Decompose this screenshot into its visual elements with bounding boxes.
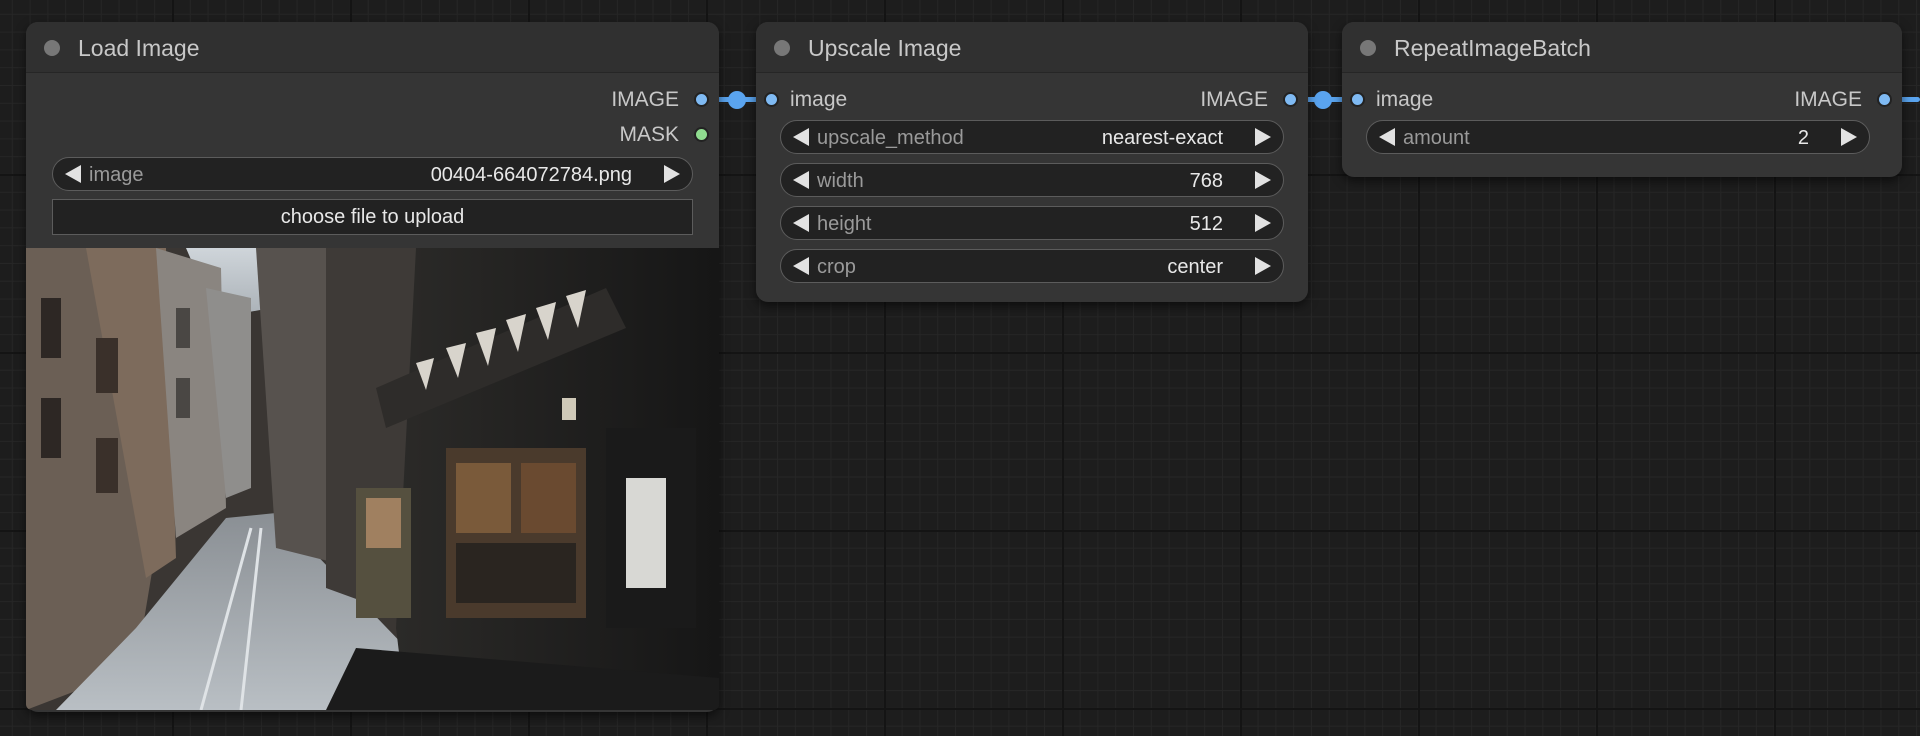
input-image-label: image (1376, 88, 1434, 111)
height-number-widget[interactable]: height 512 (780, 206, 1284, 240)
increment-arrow-icon[interactable] (1255, 171, 1271, 189)
node-title: Load Image (78, 35, 200, 61)
widget-label: upscale_method (817, 127, 964, 149)
input-image-label: image (790, 88, 848, 111)
input-image-slot[interactable] (764, 92, 779, 107)
increment-arrow-icon[interactable] (1255, 257, 1271, 275)
decrement-arrow-icon[interactable] (65, 165, 81, 183)
widget-value: 512 (1189, 213, 1223, 235)
widget-value: nearest-exact (1101, 127, 1223, 149)
input-image-slot[interactable] (1350, 92, 1365, 107)
output-image-slot[interactable] (694, 92, 709, 107)
width-number-widget[interactable]: width 768 (780, 163, 1284, 197)
widget-label: height (817, 213, 872, 235)
street-photo-preview (26, 248, 719, 710)
widget-label: amount (1403, 127, 1470, 149)
output-image-label: IMAGE (1200, 88, 1268, 111)
node-collapse-dot[interactable] (774, 40, 790, 56)
crop-combo[interactable]: crop center (780, 249, 1284, 283)
decrement-arrow-icon[interactable] (793, 171, 809, 189)
node-title: RepeatImageBatch (1394, 35, 1591, 61)
output-image-label: IMAGE (611, 88, 679, 111)
decrement-arrow-icon[interactable] (793, 128, 809, 146)
link-midpoint-2[interactable] (1314, 91, 1332, 109)
node-collapse-dot[interactable] (44, 40, 60, 56)
increment-arrow-icon[interactable] (664, 165, 680, 183)
image-combo[interactable]: image 00404-664072784.png (52, 157, 693, 191)
output-mask-slot[interactable] (694, 127, 709, 142)
decrement-arrow-icon[interactable] (793, 257, 809, 275)
widget-value: 2 (1797, 127, 1809, 149)
decrement-arrow-icon[interactable] (793, 214, 809, 232)
node-title: Upscale Image (808, 35, 962, 61)
output-image-label: IMAGE (1794, 88, 1862, 111)
node-collapse-dot[interactable] (1360, 40, 1376, 56)
widget-value: 768 (1189, 170, 1223, 192)
repeat-image-batch-node[interactable]: RepeatImageBatch image IMAGE amount 2 (1342, 22, 1902, 177)
output-image-slot[interactable] (1877, 92, 1892, 107)
decrement-arrow-icon[interactable] (1379, 128, 1395, 146)
widget-label: width (817, 170, 864, 192)
increment-arrow-icon[interactable] (1255, 214, 1271, 232)
amount-number-widget[interactable]: amount 2 (1366, 120, 1870, 154)
upscale-method-combo[interactable]: upscale_method nearest-exact (780, 120, 1284, 154)
output-mask-label: MASK (619, 123, 679, 146)
widget-value: center (1167, 256, 1223, 278)
node-header[interactable]: RepeatImageBatch (1342, 22, 1902, 73)
upscale-image-node[interactable]: Upscale Image image IMAGE upscale_method… (756, 22, 1308, 302)
link-midpoint-1[interactable] (728, 91, 746, 109)
node-header[interactable]: Upscale Image (756, 22, 1308, 73)
choose-file-button[interactable]: choose file to upload (52, 199, 693, 235)
output-image-slot[interactable] (1283, 92, 1298, 107)
widget-value: 00404-664072784.png (430, 164, 632, 186)
increment-arrow-icon[interactable] (1255, 128, 1271, 146)
increment-arrow-icon[interactable] (1841, 128, 1857, 146)
image-preview (26, 248, 719, 710)
widget-label: image (89, 164, 144, 186)
node-header[interactable]: Load Image (26, 22, 719, 73)
widget-label: crop (817, 256, 856, 278)
